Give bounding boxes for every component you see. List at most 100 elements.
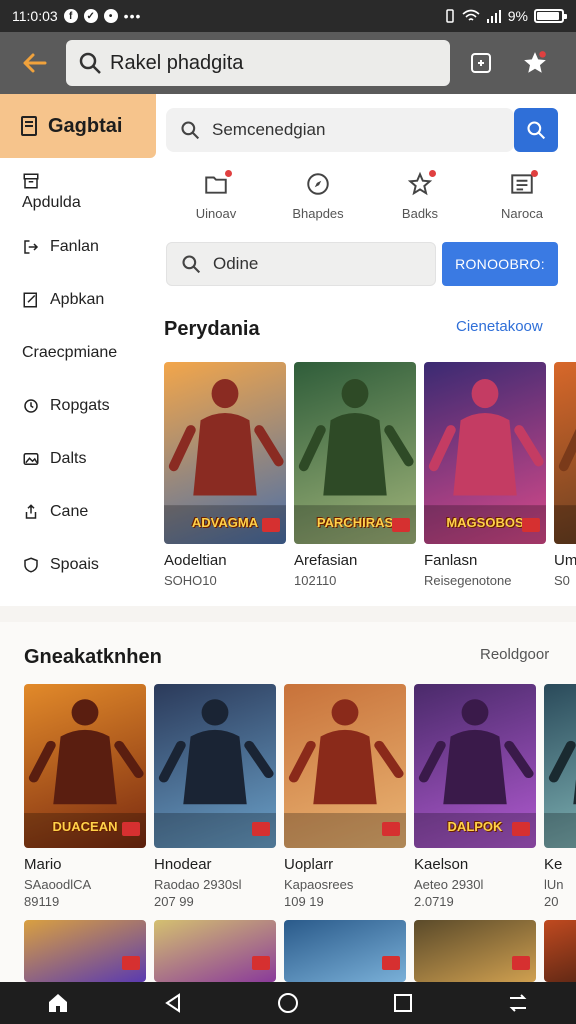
- game-title: Aodeltian: [164, 552, 227, 569]
- game-cover-image[interactable]: [284, 920, 406, 982]
- notification-dot: [429, 170, 436, 177]
- game-card[interactable]: Ke lUn 20: [544, 684, 576, 909]
- game-card[interactable]: [24, 920, 146, 982]
- game-cover-image[interactable]: MAGSOBOS: [424, 362, 546, 544]
- sidebar-item-label: Dalts: [50, 449, 87, 467]
- edit-icon: [22, 291, 40, 309]
- status-time: 11:0:03: [12, 8, 58, 24]
- game-cover-image[interactable]: ADVAGMA: [164, 362, 286, 544]
- game-card[interactable]: [284, 920, 406, 982]
- game-cover-image[interactable]: [154, 684, 276, 848]
- sidebar-item[interactable]: Fanlan: [0, 220, 156, 273]
- sidebar-header-label: Gagbtai: [48, 114, 123, 137]
- game-cover-image[interactable]: [544, 920, 576, 982]
- back-nav-button[interactable]: [153, 983, 193, 1023]
- home-icon: [48, 994, 67, 1012]
- game-meta: 20: [544, 894, 559, 909]
- category-label: Badks: [401, 206, 439, 221]
- game-subtitle: lUn: [544, 877, 564, 892]
- category-item[interactable]: Naroca: [482, 170, 562, 240]
- clock-icon: [22, 397, 40, 415]
- favorites-button[interactable]: [512, 40, 558, 86]
- game-meta: 89119: [24, 894, 60, 909]
- game-card[interactable]: DUACEAN Mario SAaoodlCA 89119: [24, 684, 146, 909]
- game-cover-image[interactable]: [24, 920, 146, 982]
- game-card[interactable]: PARCHIRAS Arefasian 102110: [294, 362, 416, 588]
- status-bar: 11:0:03 f ✓ • ••• 9%: [0, 0, 576, 32]
- game-card[interactable]: [154, 920, 276, 982]
- game-title: Ke: [544, 856, 563, 873]
- main-search-input[interactable]: Semcenedgian: [166, 108, 514, 152]
- rating-badge-icon: [252, 822, 270, 836]
- search-text: Rakel phadgita: [110, 51, 244, 74]
- home-tab-button[interactable]: [38, 983, 78, 1023]
- game-cover-image[interactable]: [414, 920, 536, 982]
- sidebar-item-label: Cane: [50, 502, 89, 520]
- game-subtitle: SOHO10: [164, 573, 217, 588]
- game-title: Mario: [24, 856, 62, 873]
- game-cover-image[interactable]: DUACEAN: [24, 684, 146, 848]
- sidebar-item[interactable]: Spoais: [0, 538, 156, 591]
- game-cover-image[interactable]: [284, 684, 406, 848]
- vibrate-icon: [446, 9, 454, 23]
- star-icon: [524, 51, 546, 73]
- section-link-second[interactable]: Reoldgoor: [480, 646, 549, 663]
- sidebar-item-label: Ropgats: [50, 396, 110, 414]
- filter-input[interactable]: Odine: [166, 242, 436, 286]
- game-meta: 2.0719: [414, 894, 454, 909]
- section-link-featured[interactable]: Cienetakoow: [456, 318, 543, 335]
- system-nav-bar: [0, 982, 576, 1024]
- sidebar-item[interactable]: Cane: [0, 485, 156, 538]
- game-card[interactable]: Uoplarr Kapaosrees 109 19: [284, 684, 406, 909]
- image-icon: [22, 450, 40, 468]
- category-item[interactable]: Badks: [380, 170, 460, 240]
- share-icon: [22, 503, 40, 521]
- game-cover-image[interactable]: [544, 684, 576, 848]
- section-title-second: Gneakatknhen: [24, 646, 162, 668]
- rating-badge-icon: [522, 518, 540, 532]
- folder-icon: [202, 170, 232, 198]
- more-notifications-icon: •••: [123, 8, 142, 24]
- game-card[interactable]: MAGSOBOS Fanlasn Reisegenotone: [424, 362, 546, 588]
- square-recents-icon: [394, 994, 413, 1012]
- battery-percent: 9%: [507, 8, 528, 24]
- search-field[interactable]: Rakel phadgita: [66, 40, 450, 86]
- sidebar-item[interactable]: Craecpmiane: [0, 326, 156, 379]
- game-card[interactable]: ADVAGMA Aodeltian SOHO10: [164, 362, 286, 588]
- home-nav-button[interactable]: [268, 983, 308, 1023]
- game-card[interactable]: DALPOK Kaelson Aeteo 2930l 2.0719: [414, 684, 536, 909]
- category-label: Naroca: [501, 206, 543, 221]
- game-cover-image[interactable]: [154, 920, 276, 982]
- sidebar-header[interactable]: Gagbtai: [0, 94, 156, 158]
- battery-level: [537, 12, 559, 20]
- game-card[interactable]: [414, 920, 536, 982]
- shield-icon: [22, 556, 40, 574]
- scan-button[interactable]: [458, 40, 504, 86]
- game-cover-image[interactable]: PARCHIRAS: [294, 362, 416, 544]
- game-card[interactable]: Hnodear Raodao 2930sl 207 99: [154, 684, 276, 909]
- game-card[interactable]: [544, 920, 576, 982]
- game-subtitle: S0: [554, 573, 570, 588]
- filter-button[interactable]: RONOOBRO:: [442, 242, 558, 286]
- top-app-bar: Rakel phadgita: [0, 32, 576, 94]
- circle-home-icon: [277, 993, 298, 1013]
- main-search-placeholder: Semcenedgian: [212, 120, 326, 139]
- rating-badge-icon: [392, 518, 410, 532]
- sidebar-item[interactable]: Ropgats: [0, 379, 156, 432]
- sidebar-item[interactable]: Apdulda: [0, 158, 156, 220]
- switch-nav-button[interactable]: [498, 983, 538, 1023]
- category-item[interactable]: Bhapdes: [278, 170, 358, 240]
- category-item[interactable]: Uinoav: [176, 170, 256, 240]
- game-cover-image[interactable]: [554, 362, 576, 544]
- sidebar-item[interactable]: Dalts: [0, 432, 156, 485]
- scan-icon: [471, 53, 491, 73]
- game-title: Arefasian: [294, 552, 358, 569]
- game-title: Fanlasn: [424, 552, 478, 569]
- game-card[interactable]: Um S0: [554, 362, 576, 588]
- rating-badge-icon: [122, 822, 140, 836]
- recents-nav-button[interactable]: [383, 983, 423, 1023]
- sidebar-item[interactable]: Apbkan: [0, 273, 156, 326]
- main-search-button[interactable]: [514, 108, 558, 152]
- game-cover-image[interactable]: DALPOK: [414, 684, 536, 848]
- back-button[interactable]: [10, 39, 58, 87]
